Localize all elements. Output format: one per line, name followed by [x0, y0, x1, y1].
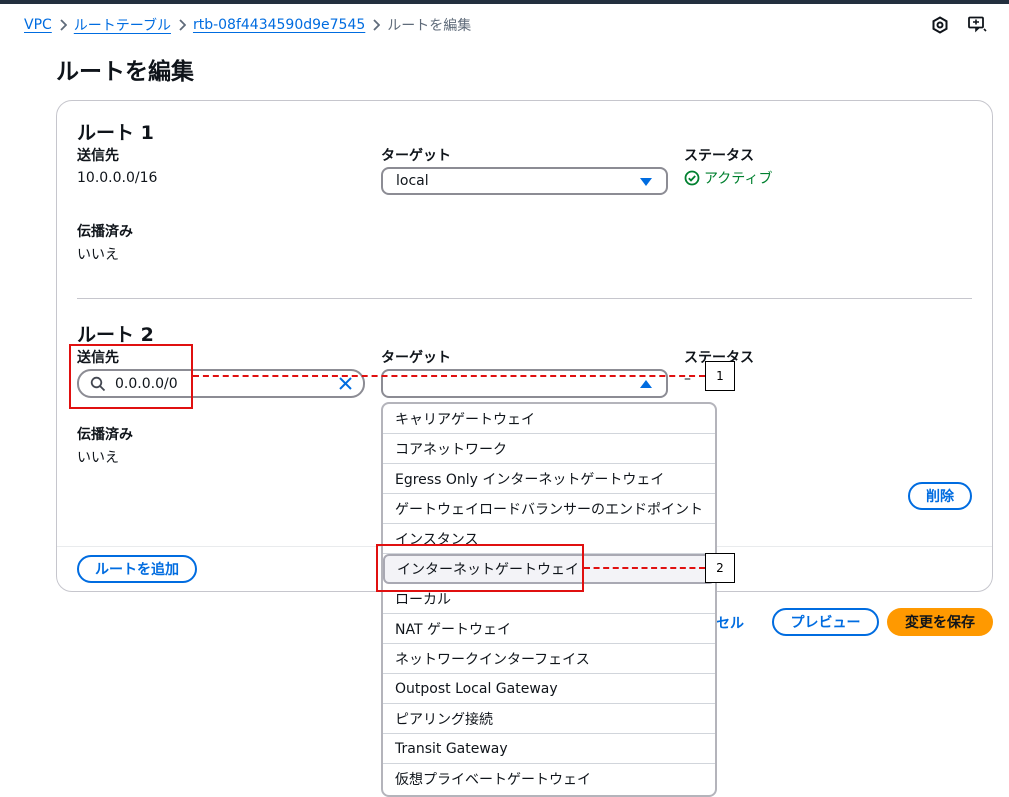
caret-down-icon — [640, 178, 652, 186]
option-virtual-private-gateway[interactable]: 仮想プライベートゲートウェイ — [383, 764, 715, 794]
route-1-target-select[interactable]: local — [381, 167, 668, 195]
route-1-status-label: ステータス — [684, 148, 754, 164]
route-1-destination-value: 10.0.0.0/16 — [77, 170, 158, 186]
option-peering-connection[interactable]: ピアリング接続 — [383, 704, 715, 734]
breadcrumb-current: ルートを編集 — [387, 18, 472, 34]
delete-route-button[interactable]: 削除 — [908, 482, 972, 510]
route-divider — [77, 298, 972, 299]
route-2-propagated-label: 伝播済み — [77, 427, 133, 443]
route-1-target-value: local — [396, 173, 429, 189]
feedback-icon[interactable] — [966, 14, 988, 36]
route-1-status: アクティブ — [684, 168, 772, 188]
chevron-right-icon — [365, 18, 387, 33]
annotation-connector-1 — [193, 375, 705, 377]
option-egress-only-igw[interactable]: Egress Only インターネットゲートウェイ — [383, 464, 715, 494]
route-1-title: ルート 1 — [77, 122, 154, 144]
option-transit-gateway[interactable]: Transit Gateway — [383, 734, 715, 764]
add-route-button[interactable]: ルートを追加 — [77, 555, 197, 583]
option-outpost-local-gateway[interactable]: Outpost Local Gateway — [383, 674, 715, 704]
option-core-network[interactable]: コアネットワーク — [383, 434, 715, 464]
preview-button[interactable]: プレビュー — [772, 608, 879, 636]
route-2-title: ルート 2 — [77, 324, 154, 346]
target-dropdown-list: キャリアゲートウェイ コアネットワーク Egress Only インターネットゲ… — [381, 402, 717, 797]
option-nat-gateway[interactable]: NAT ゲートウェイ — [383, 614, 715, 644]
route-2-target-select[interactable] — [381, 369, 668, 398]
annotation-marker-1: 1 — [705, 361, 735, 391]
clear-x-icon[interactable] — [338, 376, 353, 391]
breadcrumb-route-table-id[interactable]: rtb-08f4434590d9e7545 — [193, 17, 365, 33]
route-1-target-label: ターゲット — [381, 148, 451, 164]
save-changes-button[interactable]: 変更を保存 — [887, 608, 993, 636]
option-gwlb-endpoint[interactable]: ゲートウェイロードバランサーのエンドポイント — [383, 494, 715, 524]
route-1-propagated-label: 伝播済み — [77, 224, 133, 240]
cancel-button[interactable]: セル — [716, 613, 744, 633]
breadcrumb-vpc[interactable]: VPC — [24, 17, 52, 33]
check-circle-icon — [684, 170, 700, 186]
annotation-connector-2 — [584, 567, 705, 569]
caret-up-icon — [640, 380, 652, 388]
route-2-status-value: – — [684, 371, 691, 387]
route-2-propagated-value: いいえ — [77, 450, 119, 466]
option-network-interface[interactable]: ネットワークインターフェイス — [383, 644, 715, 674]
route-2-target-label: ターゲット — [381, 350, 451, 366]
chevron-right-icon — [171, 18, 193, 33]
option-carrier-gateway[interactable]: キャリアゲートウェイ — [383, 404, 715, 434]
annotation-highlight-1 — [69, 344, 193, 409]
breadcrumb-route-tables[interactable]: ルートテーブル — [74, 15, 171, 35]
route-1-propagated-value: いいえ — [77, 247, 119, 263]
annotation-highlight-2 — [376, 544, 584, 592]
breadcrumb: VPC ルートテーブル rtb-08f4434590d9e7545 ルートを編集 — [24, 14, 471, 36]
settings-hex-icon[interactable] — [929, 14, 951, 36]
route-1-destination-label: 送信先 — [77, 148, 119, 164]
top-nav-bar — [0, 0, 1009, 4]
route-1-status-value: アクティブ — [704, 171, 773, 187]
page-title: ルートを編集 — [56, 59, 194, 85]
chevron-right-icon — [52, 18, 74, 33]
annotation-marker-2: 2 — [705, 553, 735, 583]
